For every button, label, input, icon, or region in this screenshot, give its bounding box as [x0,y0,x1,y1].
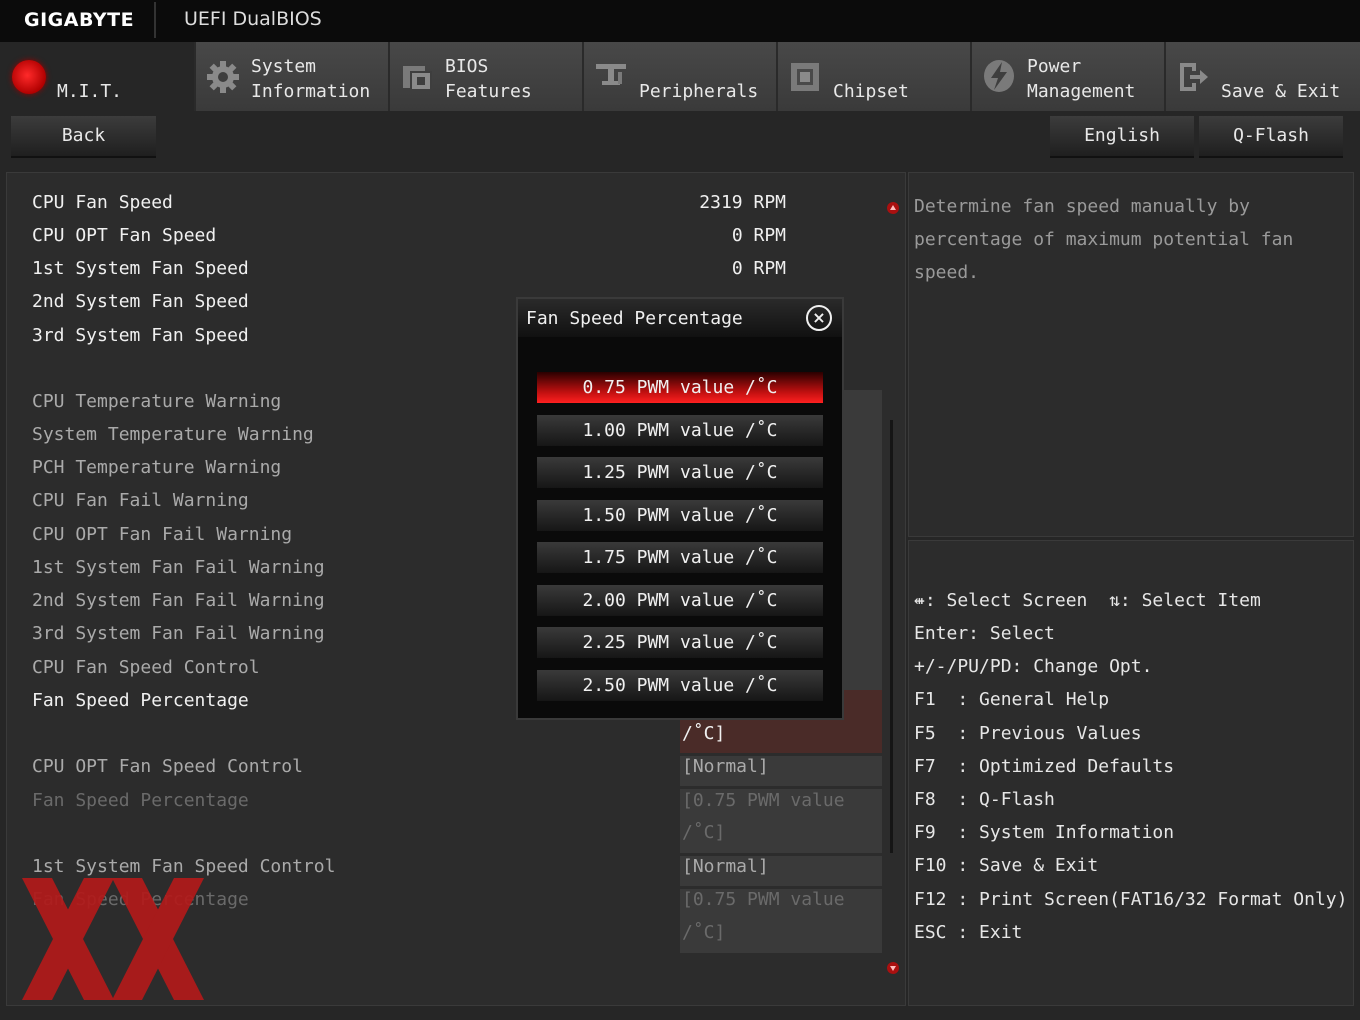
mit-orb-icon [12,60,46,94]
bios-features-icon [403,66,432,91]
cpu-opt-fan-speed-control-item[interactable]: CPU OPT Fan Speed Control [32,756,303,777]
fan-speed-percentage-dialog: Fan Speed Percentage × 0.75 PWM value /˚… [516,297,844,720]
peripherals-icon [596,64,626,85]
key-legend-line: Enter: Select [914,623,1055,644]
bios-title: UEFI DualBIOS [184,8,322,30]
brand-divider [154,2,156,38]
tab-label-line2: Information [251,81,371,102]
cpu-opt-fan-control-value: [Normal] [682,756,769,777]
language-button[interactable]: English [1050,116,1194,158]
key-legend-line: +/-/PU/PD: Change Opt. [914,656,1153,677]
option-1-25[interactable]: 1.25 PWM value /˚C [537,457,823,488]
cpu-opt-fan-percentage-value-tail: /˚C] [682,822,726,843]
cpu-opt-fan-speed-value: 0 RPM [731,225,786,246]
option-2-25[interactable]: 2.25 PWM value /˚C [537,627,823,658]
pch-temp-warning-item[interactable]: PCH Temperature Warning [32,457,281,478]
sys1-fan-control-value: [Normal] [682,856,769,877]
sys2-fan-speed-label: 2nd System Fan Speed [32,291,249,312]
tab-bios-features[interactable]: BIOS Features [390,42,584,111]
power-icon [984,60,1014,92]
tab-system-information[interactable]: System Information [196,42,390,111]
fan-speed-percentage-item[interactable]: Fan Speed Percentage [32,690,249,711]
tab-chipset[interactable]: Chipset [778,42,972,111]
option-0-75[interactable]: 0.75 PWM value /˚C [537,372,823,403]
sub-toolbar: Back English Q-Flash [0,111,1360,163]
key-legend-line: F8 : Q-Flash [914,789,1055,810]
tab-mit[interactable]: M.I.T. [0,42,196,111]
tab-save-exit[interactable]: Save & Exit [1166,42,1360,111]
close-icon[interactable]: × [806,305,832,331]
watermark-xx-logo [22,878,204,1000]
dialog-header: Fan Speed Percentage × [518,299,842,337]
key-legend-line: ⇺: Select Screen ⇅: Select Item [914,590,1261,611]
key-legend-line: F1 : General Help [914,689,1110,710]
key-legend-line: F5 : Previous Values [914,723,1142,744]
exit-door-icon [1180,63,1208,91]
scroll-down-arrow-icon[interactable] [887,962,899,974]
cpu-temp-warning-item[interactable]: CPU Temperature Warning [32,391,281,412]
sys3-fan-fail-warning-item[interactable]: 3rd System Fan Fail Warning [32,623,325,644]
title-bar: GIGABYTE UEFI DualBIOS [0,0,1360,42]
key-legend-line: F7 : Optimized Defaults [914,756,1175,777]
key-legend-line: F12 : Print Screen(FAT16/32 Format Only) [914,889,1348,910]
help-description: Determine fan speed manually by percenta… [914,196,1294,283]
option-1-50[interactable]: 1.50 PWM value /˚C [537,500,823,531]
cpu-opt-fan-percentage-value: [0.75 PWM value [682,790,845,811]
sys2-fan-fail-warning-item[interactable]: 2nd System Fan Fail Warning [32,590,325,611]
tab-label-line2: Features [445,81,532,102]
tab-label: Peripherals [639,81,759,102]
cpu-fan-speed-label: CPU Fan Speed [32,192,173,213]
option-2-00[interactable]: 2.00 PWM value /˚C [537,585,823,616]
tab-label-line2: Management [1027,81,1136,102]
key-legend-line: F9 : System Information [914,822,1175,843]
tab-power-management[interactable]: Power Management [972,42,1166,111]
option-2-50[interactable]: 2.50 PWM value /˚C [537,670,823,701]
fan-speed-percentage-value-tail: /˚C] [682,723,726,744]
tab-label: Chipset [833,81,909,102]
qflash-button[interactable]: Q-Flash [1199,116,1343,158]
sys3-fan-speed-label: 3rd System Fan Speed [32,325,249,346]
tab-label-line1: System [251,56,317,77]
sys1-fan-speed-control-item[interactable]: 1st System Fan Speed Control [32,856,335,877]
sys1-fan-speed-label: 1st System Fan Speed [32,258,249,279]
cpu-opt-fan-speed-percentage-item: Fan Speed Percentage [32,790,249,811]
tab-label: M.I.T. [57,81,123,102]
option-1-75[interactable]: 1.75 PWM value /˚C [537,542,823,573]
cpu-opt-fan-fail-warning-item[interactable]: CPU OPT Fan Fail Warning [32,524,292,545]
key-legend-line: F10 : Save & Exit [914,855,1099,876]
sys1-fan-percentage-value-tail: /˚C] [682,922,726,943]
back-button[interactable]: Back [11,116,156,158]
system-temp-warning-item[interactable]: System Temperature Warning [32,424,314,445]
brand-logo: GIGABYTE [24,9,135,31]
sys1-fan-fail-warning-item[interactable]: 1st System Fan Fail Warning [32,557,325,578]
cpu-opt-fan-speed-label: CPU OPT Fan Speed [32,225,217,246]
cpu-fan-speed-value: 2319 RPM [699,192,786,213]
chipset-icon [791,63,819,91]
tab-label: Save & Exit [1221,81,1341,102]
gear-icon [207,61,239,93]
option-1-00[interactable]: 1.00 PWM value /˚C [537,415,823,446]
sys1-fan-speed-value: 0 RPM [731,258,786,279]
tab-label-line1: BIOS [445,56,489,77]
tab-peripherals[interactable]: Peripherals [584,42,778,111]
key-legend-line: ESC : Exit [914,922,1023,943]
scroll-up-arrow-icon[interactable] [887,202,899,214]
scrollbar-track[interactable] [890,420,893,853]
tab-label-line1: Power [1027,56,1082,77]
dialog-title: Fan Speed Percentage [526,308,743,329]
cpu-fan-fail-warning-item[interactable]: CPU Fan Fail Warning [32,490,249,511]
sys1-fan-percentage-value: [0.75 PWM value [682,889,845,910]
cpu-fan-speed-control-item[interactable]: CPU Fan Speed Control [32,657,260,678]
main-tab-bar: M.I.T. System Information BIOS Features [0,42,1360,111]
